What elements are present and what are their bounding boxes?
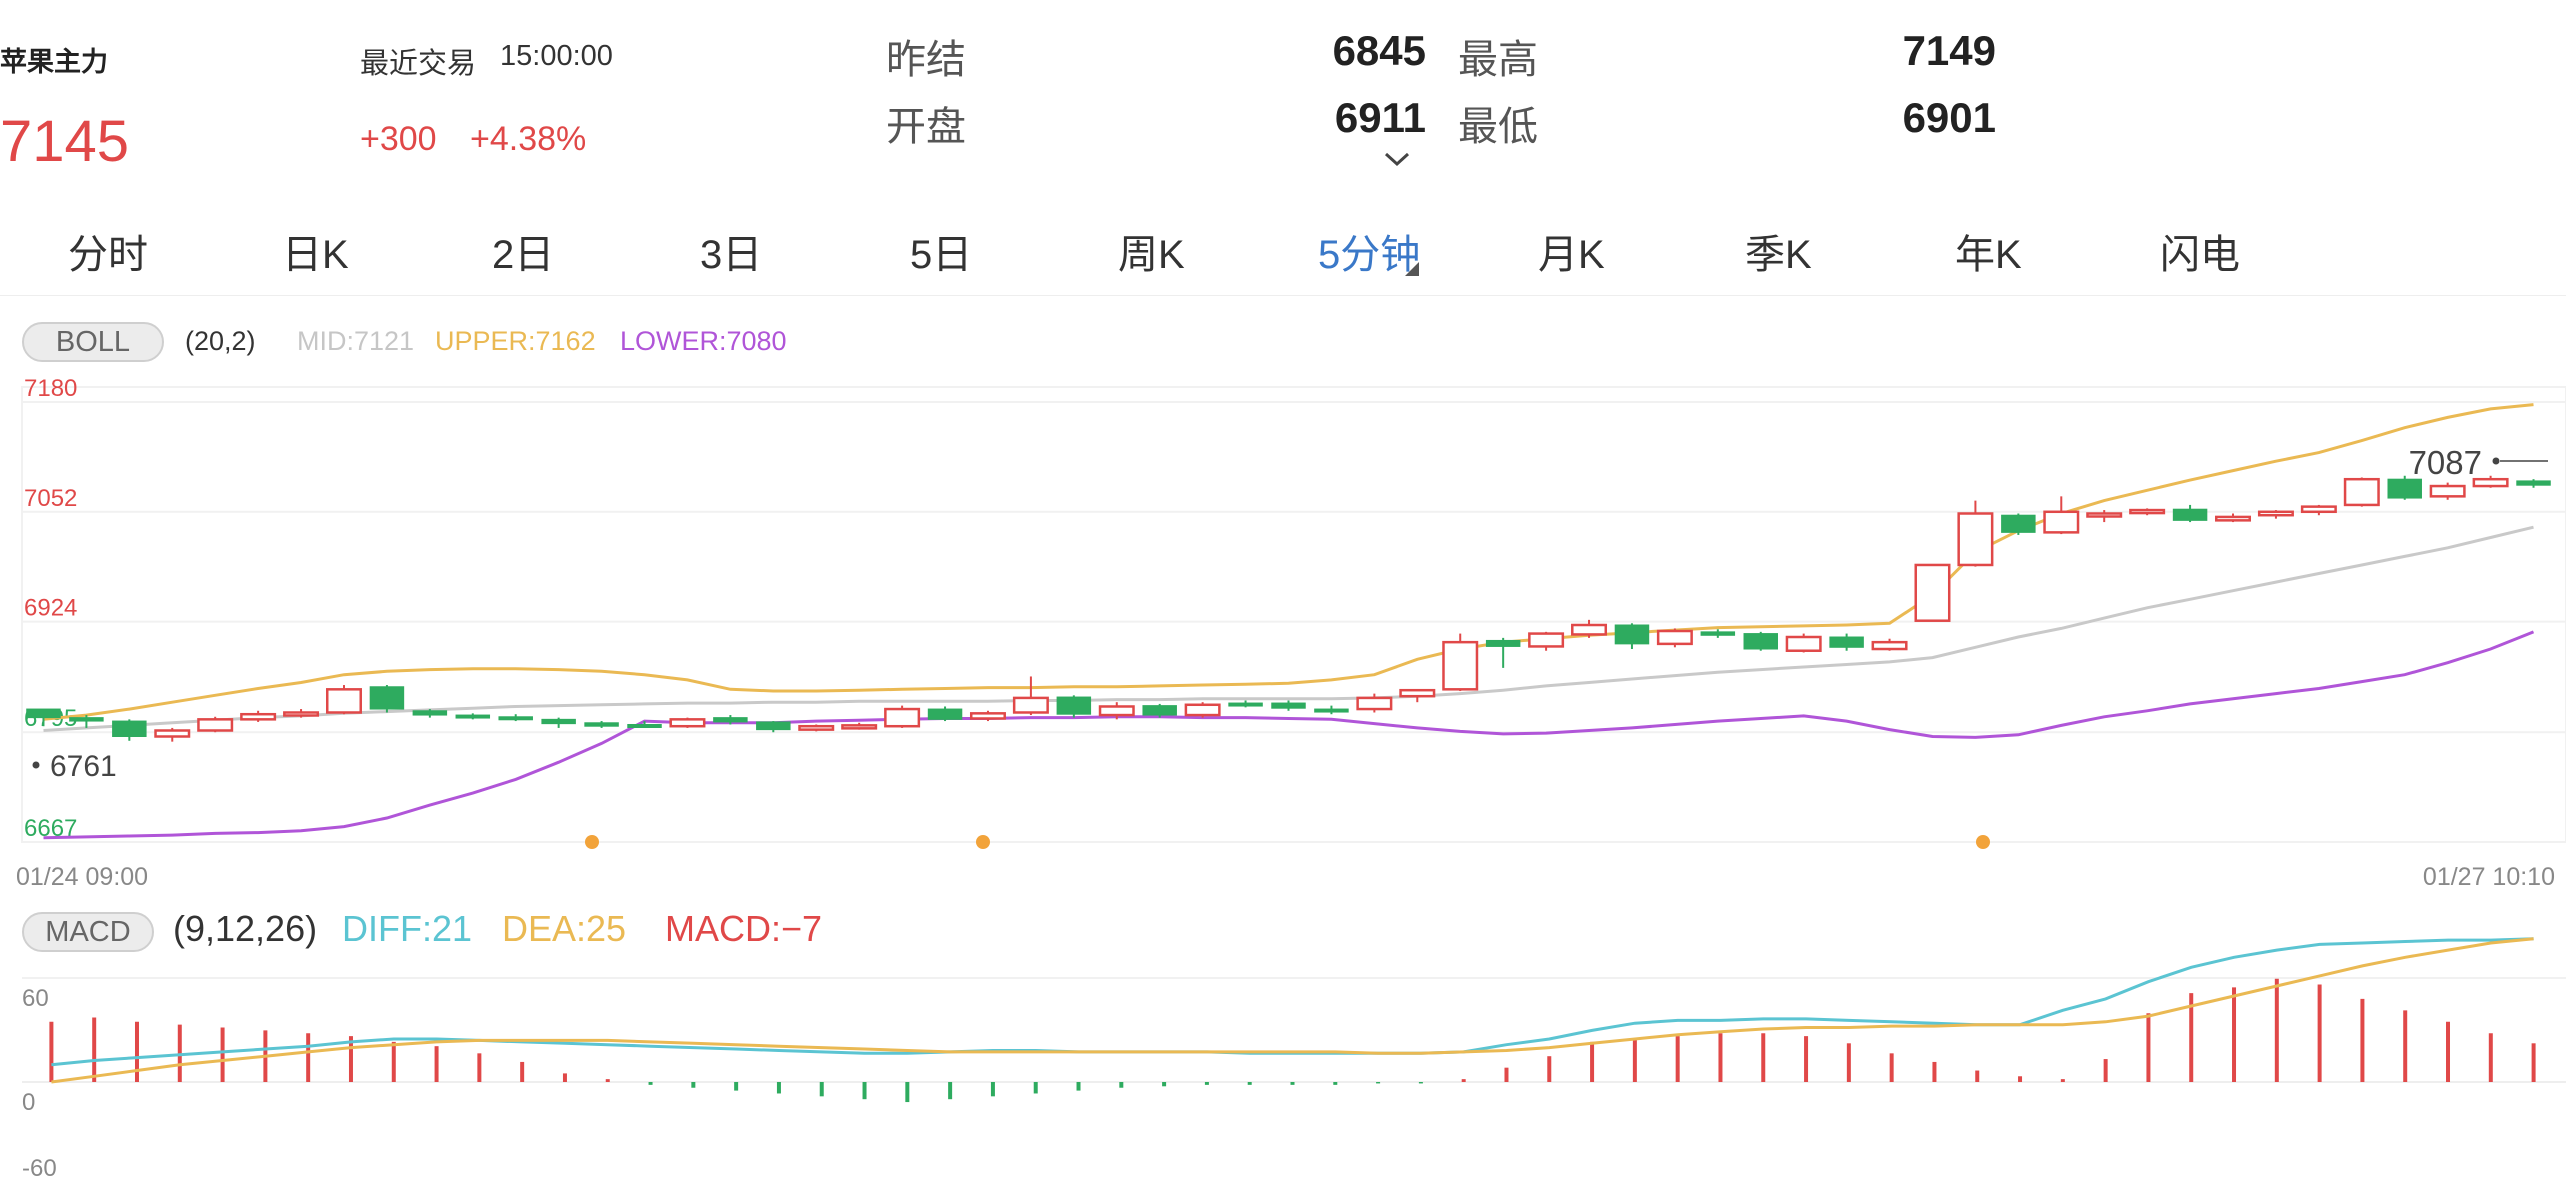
candle-body — [197, 718, 234, 732]
candle-body — [283, 711, 320, 717]
boll-upper-line — [43, 403, 2534, 721]
candle-body — [498, 716, 533, 721]
candle-body — [2043, 510, 2080, 534]
candle-body — [541, 718, 576, 725]
candle-body — [1614, 624, 1650, 645]
macd-y-tick-label: 60 — [22, 985, 49, 1012]
chart-canvas[interactable]: 718070526924679566677087676101/24 09:00 0… — [0, 0, 2566, 1185]
candle-body — [154, 729, 191, 738]
candle-body — [1399, 688, 1436, 698]
x-start-label: 01/24 09:00 — [16, 863, 148, 891]
macd-dea-line — [51, 937, 2534, 1084]
low-marker-label: 6761 — [50, 750, 117, 783]
candle-body — [69, 717, 104, 722]
macd-diff-line — [51, 937, 2534, 1067]
candle-body — [1098, 705, 1135, 717]
candle-body — [1914, 563, 1951, 622]
boll-lower-line — [43, 630, 2535, 840]
candle-body — [26, 708, 61, 719]
candle-body — [1829, 636, 1864, 648]
session-marker-dot — [1976, 835, 1990, 849]
candle-body — [2215, 515, 2252, 522]
candle-body — [2257, 510, 2294, 517]
candle-body — [369, 686, 405, 710]
candle-body — [1871, 640, 1908, 651]
candle-body — [2387, 478, 2422, 499]
candle-body — [1314, 708, 1349, 713]
candle-body — [841, 724, 878, 730]
candle-body — [1743, 633, 1778, 650]
candle-body — [713, 717, 748, 723]
low-marker-dot — [32, 761, 40, 769]
candle-body — [2086, 512, 2123, 518]
candle-body — [1184, 703, 1221, 717]
candle-body — [1528, 632, 1565, 648]
candle-body — [2429, 484, 2466, 498]
candle-body — [1012, 696, 1049, 714]
high-marker-label: 7087 — [2409, 444, 2482, 481]
candle-body — [1656, 629, 1693, 646]
candle-body — [1271, 702, 1306, 709]
candle-body — [798, 724, 835, 731]
candle-body — [627, 723, 662, 728]
candle-body — [455, 714, 491, 719]
candle-body — [2172, 508, 2208, 521]
candle-body — [2300, 505, 2337, 514]
high-marker-dot — [2492, 457, 2500, 465]
candle-body — [884, 707, 921, 728]
candle-body — [584, 722, 619, 727]
x-end-label: 01/27 10:10 — [2423, 863, 2555, 891]
candle-body — [756, 721, 791, 731]
candle-body — [112, 720, 147, 738]
session-marker-dot — [976, 835, 990, 849]
y-tick-label: 7052 — [24, 485, 77, 512]
candle-body — [1356, 696, 1393, 711]
candle-body — [1442, 640, 1479, 691]
candle-body — [2129, 508, 2166, 515]
candle-body — [1485, 639, 1521, 647]
candle-body — [1957, 512, 1994, 567]
y-tick-label: 7180 — [24, 375, 77, 402]
plot-frame — [21, 386, 2566, 843]
candle-body — [1700, 631, 1736, 636]
session-marker-dot — [585, 835, 599, 849]
candle-body — [325, 688, 362, 714]
candle-body — [240, 712, 277, 721]
candle-body — [1571, 623, 1608, 636]
candle-body — [669, 718, 706, 728]
candle-body — [1142, 705, 1177, 716]
candle-body — [927, 708, 963, 720]
macd-y-tick-label: 0 — [22, 1089, 35, 1116]
candle-body — [1228, 702, 1263, 707]
macd-y-tick-label: -60 — [22, 1155, 57, 1182]
candle-body — [1056, 696, 1092, 715]
candle-body — [412, 710, 448, 716]
candle-body — [2001, 514, 2036, 533]
candle-body — [2343, 477, 2380, 507]
candle-body — [2516, 480, 2551, 486]
boll-mid-line — [43, 525, 2534, 732]
candle-body — [1785, 635, 1822, 652]
candle-body — [969, 712, 1006, 720]
y-tick-label: 6924 — [24, 595, 77, 622]
